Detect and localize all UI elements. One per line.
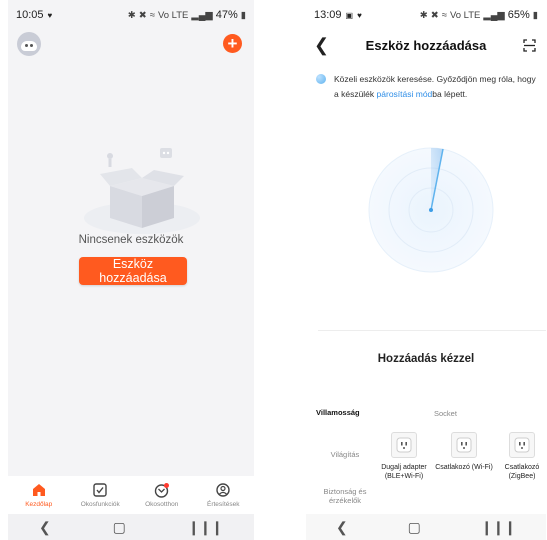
profile-icon [216, 483, 230, 497]
nav-item-home[interactable]: Kezdőlap [9, 482, 69, 508]
nav-label: Értesítések [206, 501, 240, 508]
signal-icon: ▂▄▆ [483, 9, 505, 21]
nav-label: Okosfunkciók [80, 501, 120, 508]
battery-icon: ▮ [240, 9, 246, 21]
mute-icon: ✖ [138, 9, 147, 21]
add-plus-button[interactable]: + [223, 34, 242, 53]
battery-level: 47% [215, 9, 238, 21]
battery-level: 65% [507, 9, 530, 21]
nav-item-smart-home[interactable]: Okosotthon [132, 482, 192, 508]
wifi-icon: ≈ [149, 9, 155, 21]
back-nav-icon[interactable]: ❮ [39, 519, 51, 536]
mute-icon: ✖ [430, 9, 439, 21]
page-title: Eszköz hozzáadása [365, 37, 487, 53]
empty-state-text: Nincsenek eszközök [78, 234, 184, 246]
status-time: 10:05 [16, 9, 44, 21]
recents-nav-icon[interactable]: ❙❙❙ [481, 519, 516, 536]
bottom-navigation: Kezdőlap Okosfunkciók Okosotthon Értesít… [8, 476, 254, 514]
smart-home-icon [154, 483, 169, 498]
nav-label: Okosotthon [145, 501, 179, 508]
device-name: Dugalj adapter (BLE+Wi-Fi) [381, 464, 427, 480]
avatar-icon [21, 41, 37, 51]
socket-icon [456, 437, 472, 453]
add-device-screen: 13:09 ▣ ♥ ✱ ✖ ≈ Vo LTE ▂▄▆ 65% ▮ ❮ Eszkö… [306, 0, 546, 540]
home-nav-icon[interactable]: ▢ [113, 519, 126, 536]
radar-scan-animation [368, 147, 494, 273]
nav-item-smart-functions[interactable]: Okosfunkciók [70, 482, 130, 508]
nav-item-notifications[interactable]: Értesítések [193, 482, 253, 508]
status-bar: 10:05 ♥ ✱ ✖ ≈ Vo LTE ▂▄▆ 47% ▮ [8, 0, 254, 30]
avatar[interactable] [17, 32, 41, 56]
bluetooth-search-icon [316, 74, 326, 84]
socket-icon [396, 437, 412, 453]
home-icon [32, 484, 45, 496]
add-device-button[interactable]: Eszköz hozzáadása [79, 257, 187, 285]
home-nav-icon[interactable]: ▢ [408, 519, 421, 536]
checkbox-icon [93, 483, 107, 497]
home-screen: 10:05 ♥ ✱ ✖ ≈ Vo LTE ▂▄▆ 47% ▮ + Nincsen… [8, 0, 254, 540]
category-security-sensors[interactable]: Biztonság és érzékelők [316, 487, 374, 505]
battery-icon: ▮ [532, 9, 538, 21]
lte-indicator: Vo LTE [157, 9, 189, 21]
notification-icon: ♥ [47, 10, 53, 20]
empty-box-illustration [84, 148, 200, 234]
back-icon[interactable]: ❮ [314, 34, 329, 56]
device-name: Csatlakozó (ZigBee) [504, 464, 540, 480]
status-time: 13:09 [314, 9, 342, 21]
category-lighting[interactable]: Világítás [316, 450, 374, 459]
manual-add-heading: Hozzáadás kézzel [377, 353, 475, 365]
lte-indicator: Vo LTE [449, 9, 481, 21]
recents-nav-icon[interactable]: ❙❙❙ [188, 519, 223, 536]
bluetooth-icon: ✱ [127, 9, 136, 21]
bluetooth-icon: ✱ [419, 9, 428, 21]
notification-icon: ♥ [357, 10, 362, 20]
status-bar: 13:09 ▣ ♥ ✱ ✖ ≈ Vo LTE ▂▄▆ 65% ▮ [306, 0, 546, 30]
divider [318, 330, 546, 331]
scan-icon[interactable] [523, 39, 536, 52]
socket-icon [514, 437, 530, 453]
back-nav-icon[interactable]: ❮ [336, 519, 348, 536]
wifi-icon: ≈ [441, 9, 447, 21]
category-electrical[interactable]: Villamosság [316, 408, 374, 417]
system-navigation: ❮ ▢ ❙❙❙ [306, 514, 546, 540]
pairing-mode-link[interactable]: párosítási mód [377, 89, 433, 99]
screenshot-pair: 10:05 ♥ ✱ ✖ ≈ Vo LTE ▂▄▆ 47% ▮ + Nincsen… [0, 0, 547, 540]
info-text: Közeli eszközök keresése. Győződjön meg … [334, 74, 536, 99]
device-plug-adapter[interactable]: Dugalj adapter (BLE+Wi-Fi) [374, 432, 434, 481]
signal-icon: ▂▄▆ [191, 9, 213, 21]
device-plug-zigbee[interactable]: Csatlakozó (ZigBee) [492, 432, 546, 481]
header: ❮ Eszköz hozzáadása [306, 34, 546, 56]
device-name: Csatlakozó (Wi-Fi) [435, 464, 493, 471]
socket-section-header: Socket [434, 409, 457, 418]
search-info: Közeli eszközök keresése. Győződjön meg … [316, 72, 541, 102]
device-plug-wifi[interactable]: Csatlakozó (Wi-Fi) [434, 432, 494, 472]
nav-label: Kezdőlap [25, 501, 53, 508]
gallery-notification-icon: ▣ [345, 10, 354, 20]
system-navigation: ❮ ▢ ❙❙❙ [8, 514, 254, 540]
